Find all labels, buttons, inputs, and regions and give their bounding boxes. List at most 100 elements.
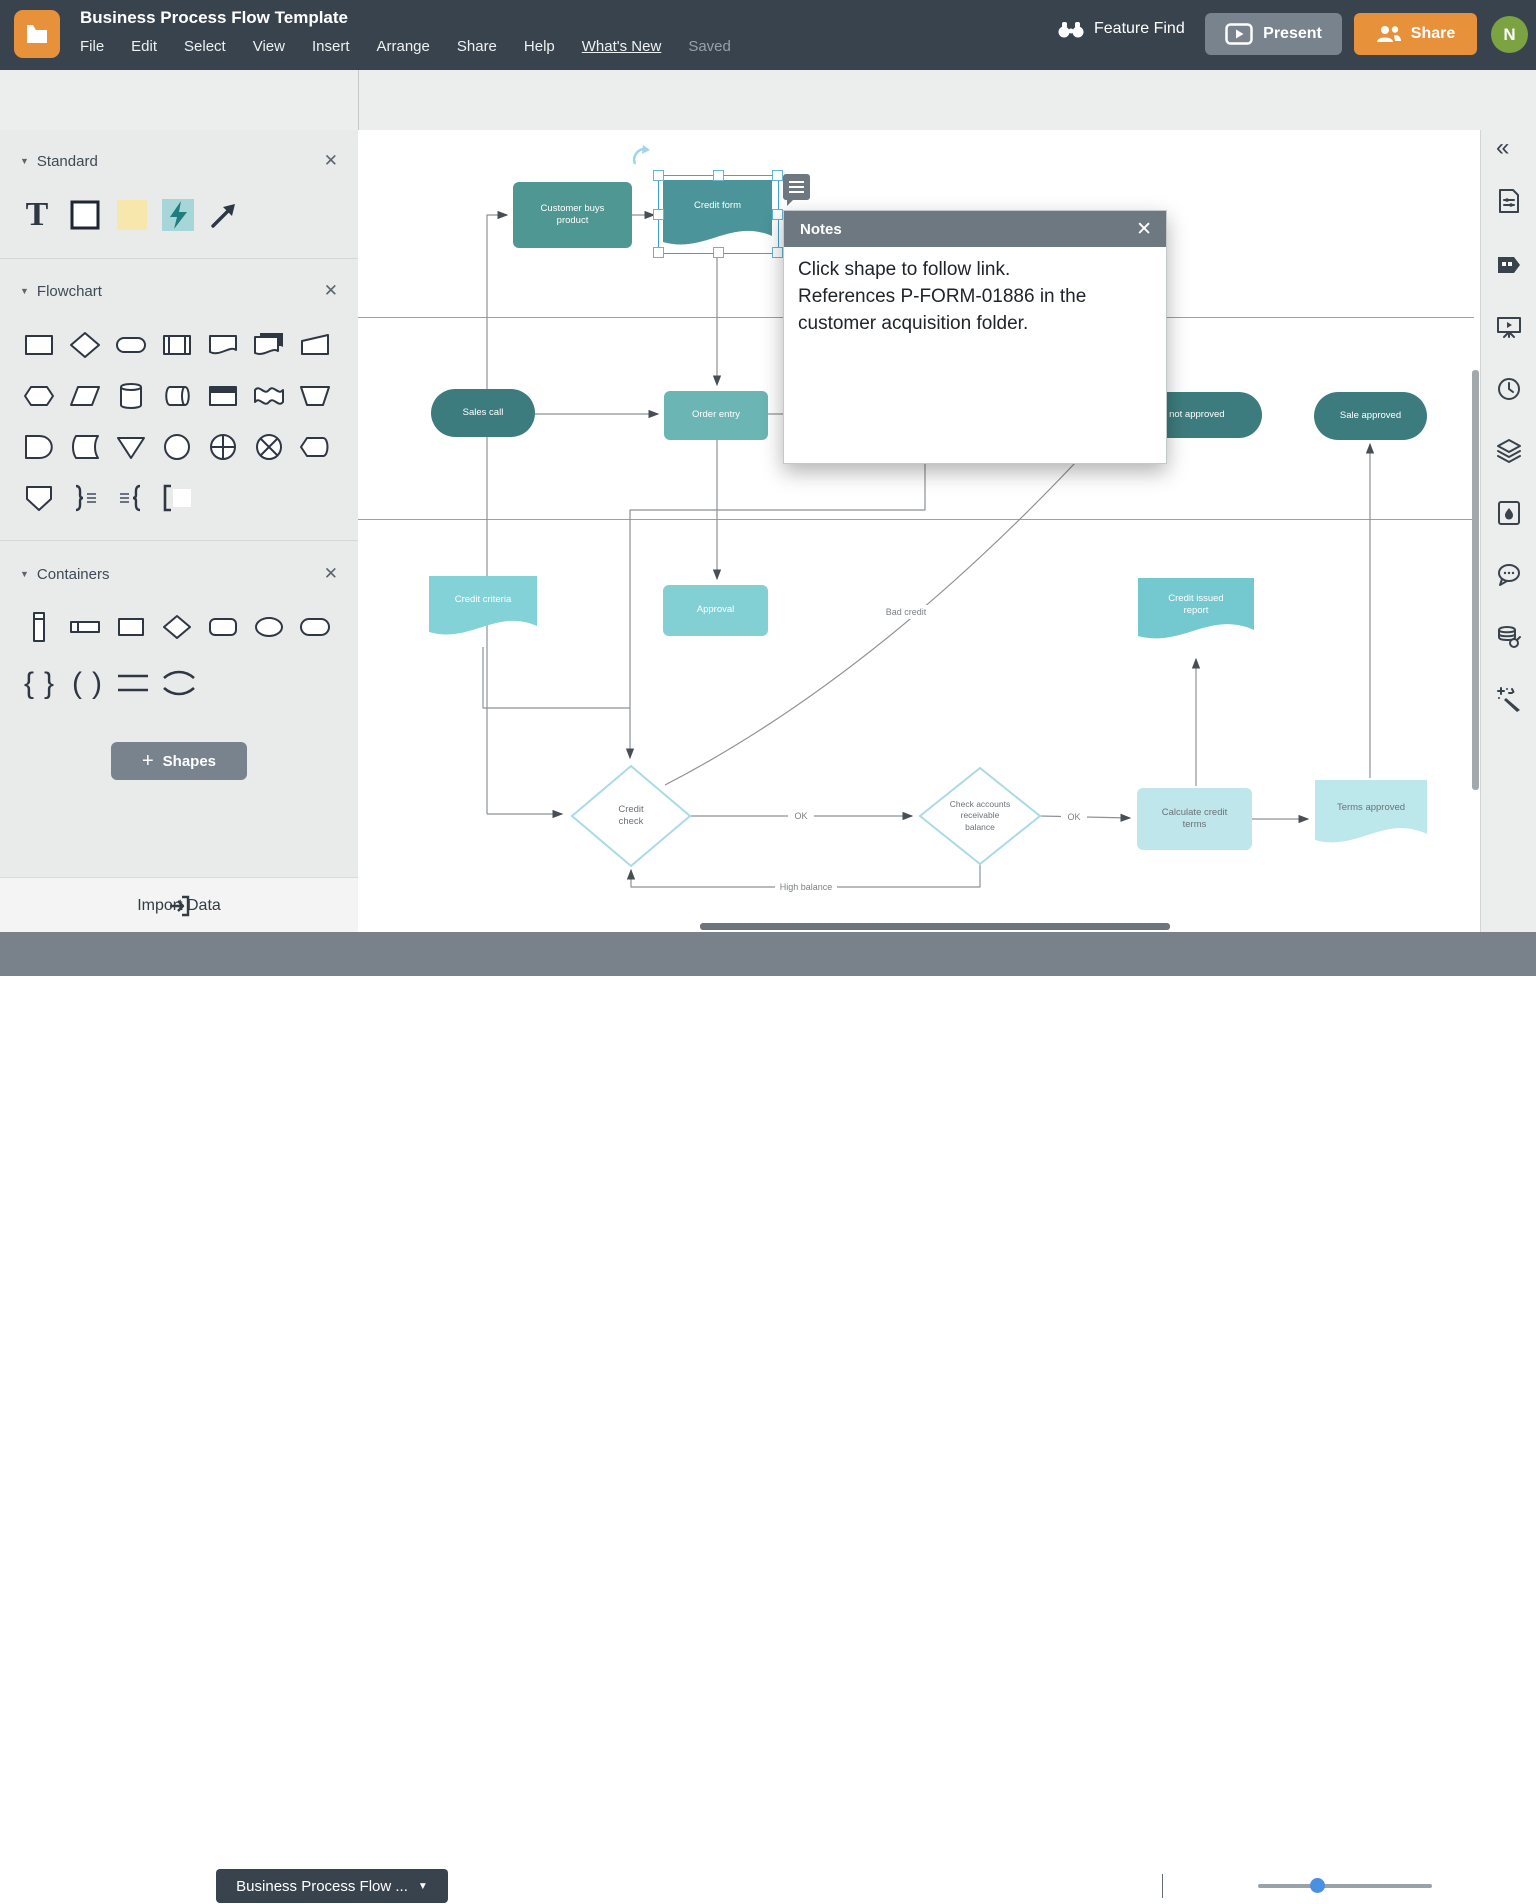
- menu-select[interactable]: Select: [184, 38, 226, 55]
- node-customer-buys-product[interactable]: Customer buys product: [513, 182, 632, 248]
- import-data-button[interactable]: Import Data: [0, 877, 358, 933]
- shape-document[interactable]: [206, 328, 240, 362]
- container-rectangle[interactable]: [114, 610, 148, 644]
- container-diamond[interactable]: [160, 610, 194, 644]
- menu-whats-new[interactable]: What's New: [582, 38, 662, 55]
- selection-handle[interactable]: [772, 247, 783, 258]
- shape-arrow[interactable]: [207, 198, 241, 232]
- close-icon[interactable]: ✕: [324, 564, 338, 584]
- menu-file[interactable]: File: [80, 38, 104, 55]
- shape-annotation-left[interactable]: [114, 481, 148, 515]
- zoom-out-button[interactable]: −: [1226, 1876, 1240, 1904]
- history-icon[interactable]: [1496, 376, 1522, 402]
- shape-off-page-connector[interactable]: [22, 481, 56, 515]
- shape-process[interactable]: [22, 328, 56, 362]
- menu-view[interactable]: View: [253, 38, 285, 55]
- node-check-accounts-shape[interactable]: [918, 766, 1042, 866]
- horizontal-scrollbar[interactable]: [700, 923, 1170, 930]
- menu-help[interactable]: Help: [524, 38, 555, 55]
- shape-or[interactable]: [206, 430, 240, 464]
- shape-note-bracket[interactable]: [160, 481, 194, 515]
- present-button[interactable]: Present: [1205, 13, 1342, 55]
- user-avatar[interactable]: N: [1491, 16, 1528, 53]
- container-rounded-rectangle[interactable]: [206, 610, 240, 644]
- node-credit-criteria-shape[interactable]: [429, 576, 537, 635]
- shape-direct-access-storage[interactable]: [160, 379, 194, 413]
- selection-handle[interactable]: [772, 209, 783, 220]
- layers-icon[interactable]: [1496, 438, 1522, 464]
- notes-popup-body[interactable]: Click shape to follow link. References P…: [784, 247, 1166, 348]
- close-icon[interactable]: ✕: [324, 281, 338, 301]
- shape-multiple-documents[interactable]: [252, 328, 286, 362]
- add-shapes-button[interactable]: + Shapes: [111, 742, 247, 780]
- vertical-scrollbar[interactable]: [1472, 370, 1479, 790]
- shape-decision[interactable]: [68, 328, 102, 362]
- comments-icon[interactable]: [1496, 562, 1522, 588]
- shape-text[interactable]: T: [22, 196, 52, 234]
- section-flowchart-header[interactable]: ▼ Flowchart ✕: [20, 281, 338, 301]
- shape-internal-storage[interactable]: [206, 379, 240, 413]
- zoom-slider-track[interactable]: [1258, 1884, 1432, 1888]
- note-indicator-icon[interactable]: [783, 174, 810, 200]
- shape-data[interactable]: [68, 379, 102, 413]
- selection-handle[interactable]: [653, 209, 664, 220]
- shape-summing-junction[interactable]: [252, 430, 286, 464]
- diagram-canvas[interactable]: OK OK Bad credit High balance Customer b…: [358, 130, 1480, 932]
- zoom-in-button[interactable]: +: [1444, 1873, 1459, 1904]
- page-grid-icon[interactable]: [175, 1874, 199, 1898]
- slides-icon[interactable]: [1496, 314, 1522, 340]
- node-order-entry[interactable]: Order entry: [664, 391, 768, 440]
- zoom-level-select[interactable]: 59% ▼: [1476, 1878, 1522, 1895]
- page-tab[interactable]: Business Process Flow ... ▼: [216, 1869, 448, 1903]
- selection-handle[interactable]: [713, 170, 724, 181]
- connector-credit-criteria[interactable]: [482, 647, 630, 709]
- shape-preparation[interactable]: [22, 379, 56, 413]
- container-horizontal[interactable]: [68, 610, 102, 644]
- shape-display[interactable]: [298, 430, 332, 464]
- data-linking-icon[interactable]: [1496, 624, 1522, 650]
- feature-find-button[interactable]: Feature Find: [1058, 20, 1185, 38]
- rotate-handle-icon[interactable]: [630, 144, 656, 170]
- selection-handle[interactable]: [772, 170, 783, 181]
- node-credit-issued-report-shape[interactable]: [1138, 578, 1254, 639]
- zoom-slider-thumb[interactable]: [1310, 1878, 1325, 1893]
- shape-paper-tape[interactable]: [252, 379, 286, 413]
- selection-handle[interactable]: [653, 247, 664, 258]
- section-containers-header[interactable]: ▼ Containers ✕: [20, 564, 338, 584]
- close-icon[interactable]: ✕: [324, 151, 338, 171]
- shape-terminator[interactable]: [114, 328, 148, 362]
- magic-wand-icon[interactable]: [1496, 686, 1522, 712]
- shape-delay[interactable]: [22, 430, 56, 464]
- container-parentheses[interactable]: (): [68, 665, 106, 701]
- container-ellipse[interactable]: [252, 610, 286, 644]
- shape-data-panel-icon[interactable]: [1496, 252, 1522, 278]
- shape-manual-operation[interactable]: [298, 379, 332, 413]
- node-sale-approved[interactable]: Sale approved: [1314, 392, 1427, 440]
- selection-handle[interactable]: [653, 170, 664, 181]
- menu-insert[interactable]: Insert: [312, 38, 350, 55]
- menu-arrange[interactable]: Arrange: [377, 38, 430, 55]
- menu-edit[interactable]: Edit: [131, 38, 157, 55]
- document-icon[interactable]: [14, 10, 60, 58]
- page-list-icon[interactable]: [128, 1874, 156, 1898]
- shape-predefined-process[interactable]: [160, 328, 194, 362]
- shape-sticky-note[interactable]: [115, 198, 149, 232]
- notes-popup-header[interactable]: Notes ✕: [784, 211, 1166, 247]
- document-title[interactable]: Business Process Flow Template: [80, 8, 348, 28]
- shape-merge[interactable]: [114, 430, 148, 464]
- container-pill[interactable]: [298, 610, 332, 644]
- node-approval[interactable]: Approval: [663, 585, 768, 636]
- share-button[interactable]: Share: [1354, 13, 1477, 55]
- section-standard-header[interactable]: ▼ Standard ✕: [20, 151, 338, 171]
- shape-connector[interactable]: [160, 430, 194, 464]
- close-icon[interactable]: ✕: [1136, 218, 1152, 241]
- shape-stored-data[interactable]: [68, 430, 102, 464]
- container-vertical[interactable]: [22, 610, 56, 644]
- shape-rectangle[interactable]: [68, 198, 102, 232]
- shape-hotspot[interactable]: [161, 198, 195, 232]
- shape-manual-input[interactable]: [298, 328, 332, 362]
- shape-annotation-right[interactable]: [68, 481, 102, 515]
- page-settings-icon[interactable]: [1496, 188, 1522, 214]
- connector-loop-to-customer[interactable]: [486, 210, 509, 814]
- theme-icon[interactable]: [1496, 500, 1522, 526]
